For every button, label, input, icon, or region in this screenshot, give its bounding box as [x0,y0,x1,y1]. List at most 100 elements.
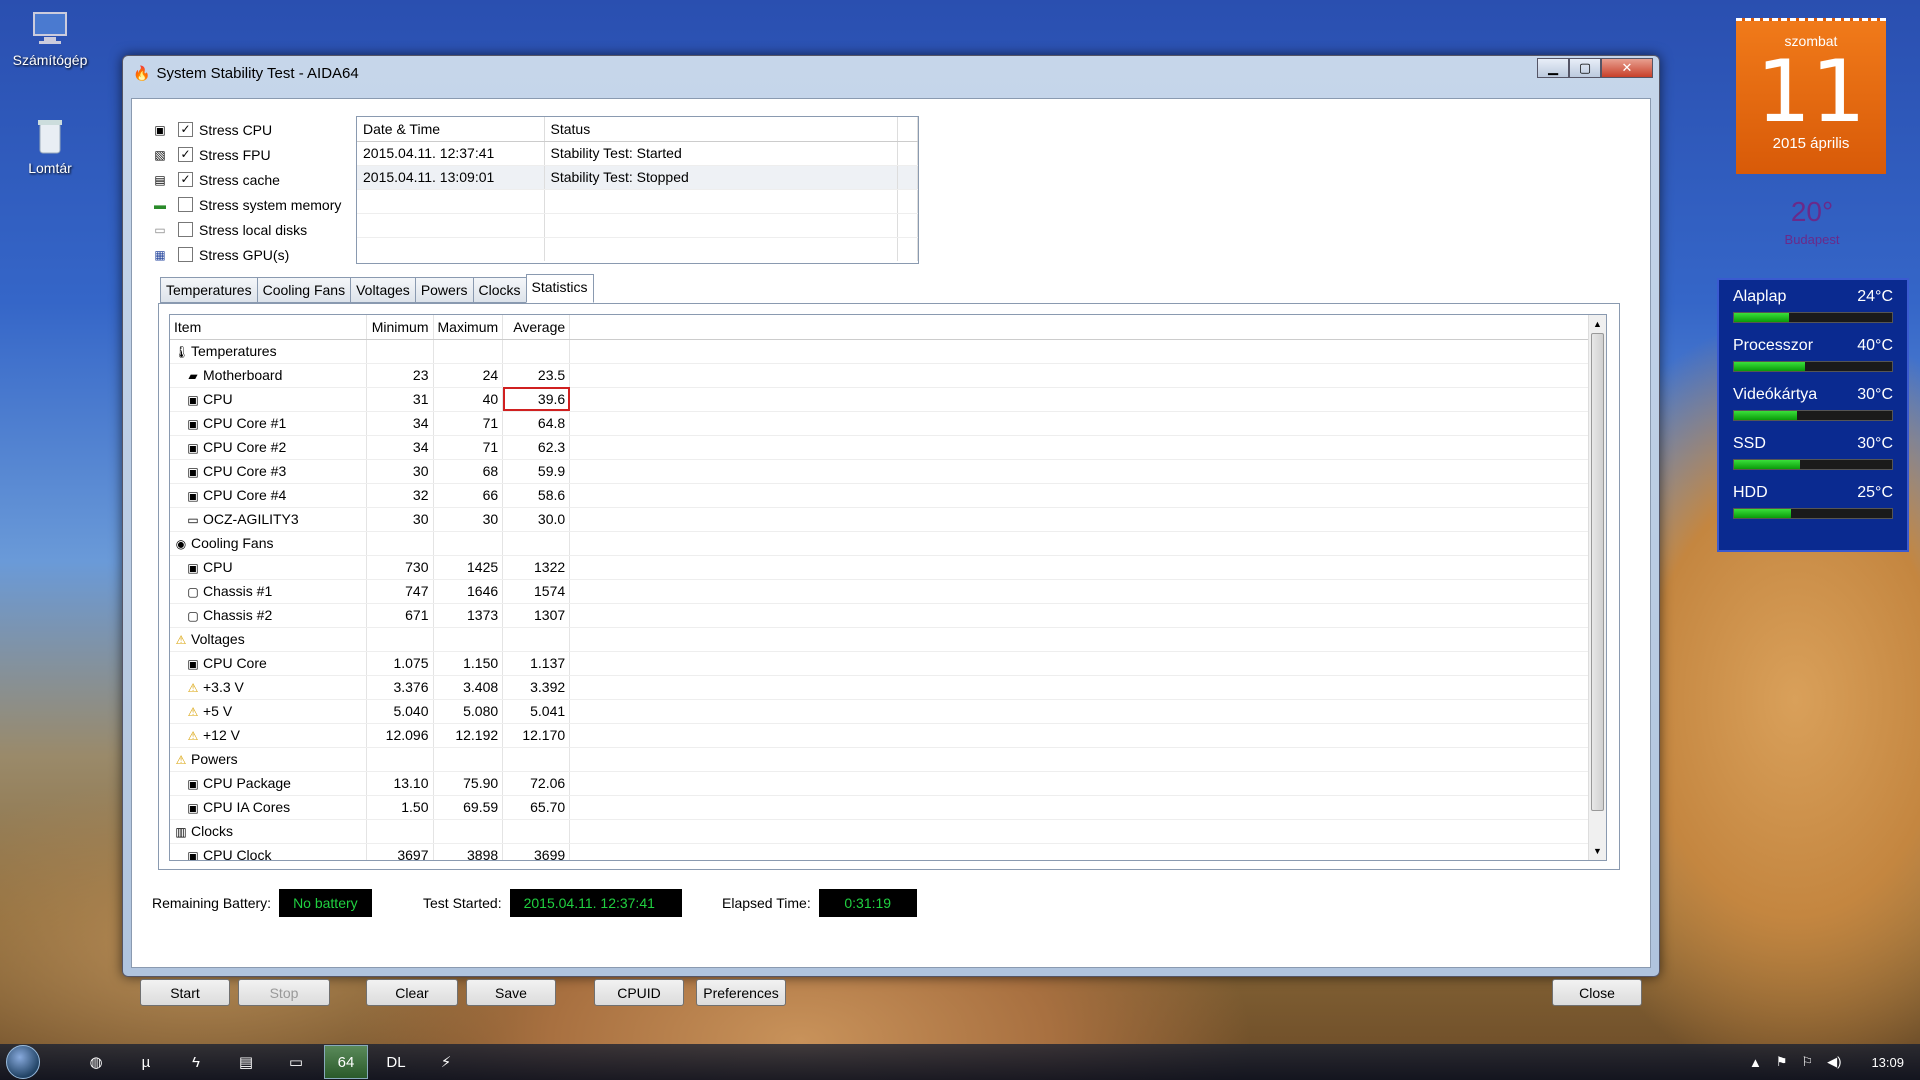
stress-checkbox[interactable]: ✓ [178,122,193,137]
header-maximum[interactable]: Maximum [433,315,504,340]
statistics-row[interactable]: ▣ CPU Core #4 32 66 58.6 [170,483,1590,508]
statistics-group-row[interactable]: ⚠ Voltages [170,627,1590,652]
log-row[interactable]: 2015.04.11. 12:37:41 Stability Test: Star… [357,141,918,166]
tray-expand-icon[interactable]: ▲ [1749,1055,1762,1070]
stop-button[interactable]: Stop [238,979,330,1006]
desktop-icon-recycle-bin[interactable]: Lomtár [0,116,100,176]
desktop-icon-computer[interactable]: Számítógép [0,8,100,68]
statistics-group-row[interactable]: ⚠ Powers [170,747,1590,772]
stat-item-label: CPU Package [203,775,291,791]
stress-gpu-option[interactable]: ▦ Stress GPU(s) [152,242,341,267]
tab-statistics[interactable]: Statistics [525,274,594,303]
statistics-row[interactable]: ▣ CPU Core #2 34 71 62.3 [170,435,1590,460]
sensor-icon: ▣ [187,417,199,431]
stress-fpu-option[interactable]: ▧ ✓ Stress FPU [152,142,341,167]
preferences-button[interactable]: Preferences [696,979,786,1006]
log-header-datetime[interactable]: Date & Time [357,117,545,142]
recycle-bin-icon [30,116,70,156]
scroll-down-arrow-icon[interactable]: ▼ [1589,842,1606,860]
chrome-icon[interactable]: ◍ [74,1045,118,1079]
statistics-row[interactable]: ▣ CPU 730 1425 1322 [170,555,1590,580]
log-header-status[interactable]: Status [544,117,898,142]
stress-checkbox[interactable]: ✓ [178,147,193,162]
start-button[interactable] [0,1044,46,1080]
statistics-row[interactable]: ▣ CPU Core #3 30 68 59.9 [170,459,1590,484]
minimize-button[interactable]: ▁ [1537,58,1569,78]
start-button[interactable]: Start [140,979,230,1006]
stress-cache-option[interactable]: ▤ ✓ Stress cache [152,167,341,192]
tool-icon[interactable]: ⚡ [424,1045,468,1079]
title-bar[interactable]: 🔥 System Stability Test - AIDA64 [123,56,1659,90]
volume-icon[interactable]: ◀) [1827,1054,1841,1070]
media-icon[interactable]: ▤ [224,1045,268,1079]
statistics-row[interactable]: ⚠ +12 V 12.096 12.192 12.170 [170,723,1590,748]
folder-icon[interactable]: ▭ [274,1045,318,1079]
tab-clocks[interactable]: Clocks [472,277,527,303]
clear-button[interactable]: Clear [366,979,458,1006]
event-log[interactable]: Date & Time Status 2015.04.11. 12:37:41 St… [356,116,919,264]
stat-item-label: CPU Core [203,655,267,671]
tab-voltages[interactable]: Voltages [350,277,416,303]
sensor-bar [1733,410,1893,421]
statistics-row[interactable]: ▢ Chassis #2 671 1373 1307 [170,603,1590,628]
calendar-gadget[interactable]: szombat 11 2015 április [1736,18,1886,174]
stress-memory-option[interactable]: ▬ Stress system memory [152,192,341,217]
header-item[interactable]: Item [170,315,367,340]
statistics-row[interactable]: ▣ CPU Package 13.10 75.90 72.06 [170,771,1590,796]
stat-item-label: CPU Core #2 [203,439,287,455]
sensor-icon: ⚠ [187,729,199,743]
scroll-up-arrow-icon[interactable]: ▲ [1589,315,1606,333]
sensor-bar [1733,361,1893,372]
stat-avg-cell: 59.9 [502,459,571,484]
stat-min-cell: 12.096 [366,723,434,748]
network-icon[interactable]: ⚑ [1776,1054,1788,1070]
stat-avg-cell: 30.0 [502,507,571,532]
statistics-row[interactable]: ▣ CPU IA Cores 1.50 69.59 65.70 [170,795,1590,820]
scrollbar-thumb[interactable] [1591,333,1604,811]
tab-temperatures[interactable]: Temperatures [160,277,258,303]
log-row[interactable]: 2015.04.11. 13:09:01 Stability Test: Stop… [357,165,918,190]
stress-checkbox[interactable] [178,197,193,212]
statistics-group-row[interactable]: ▥ Clocks [170,819,1590,844]
thunderbolt-icon[interactable]: ϟ [174,1045,218,1079]
flag-icon[interactable]: ⚐ [1801,1054,1813,1070]
header-minimum[interactable]: Minimum [366,315,434,340]
statistics-row[interactable]: ▣ CPU Clock 3697 3898 3699 [170,843,1590,860]
aida64-icon[interactable]: 64 [324,1045,368,1079]
stat-item-cell: ▭ OCZ-AGILITY3 [170,507,367,532]
sensor-icon: ▣ [187,657,199,671]
weather-gadget[interactable]: 20° Budapest [1760,196,1864,247]
statistics-row[interactable]: ▰ Motherboard 23 24 23.5 [170,363,1590,388]
stress-checkbox[interactable] [178,222,193,237]
close-button[interactable]: Close [1552,979,1642,1006]
statistics-group-row[interactable]: 🌡 Temperatures [170,339,1590,364]
stress-disks-option[interactable]: ▭ Stress local disks [152,217,341,242]
statistics-row[interactable]: ⚠ +3.3 V 3.376 3.408 3.392 [170,675,1590,700]
stress-checkbox[interactable] [178,247,193,262]
statistics-group-row[interactable]: ◉ Cooling Fans [170,531,1590,556]
daemon-tools-icon[interactable]: DL [374,1045,418,1079]
stat-item-cell: ⚠ Powers [170,747,367,772]
log-cell: Stability Test: Stopped [544,165,898,190]
statistics-grid[interactable]: Item Minimum Maximum Average 🌡 Temperatur… [169,314,1607,861]
statistics-row[interactable]: ⚠ +5 V 5.040 5.080 5.041 [170,699,1590,724]
tab-powers[interactable]: Powers [414,277,474,303]
statistics-row[interactable]: ▣ CPU Core 1.075 1.150 1.137 [170,651,1590,676]
tab-cooling-fans[interactable]: Cooling Fans [256,277,352,303]
window-close-button[interactable]: ✕ [1601,58,1653,78]
taskbar-clock[interactable]: 13:09 [1871,1055,1904,1070]
statistics-row[interactable]: ▢ Chassis #1 747 1646 1574 [170,579,1590,604]
stress-checkbox[interactable]: ✓ [178,172,193,187]
cpuid-button[interactable]: CPUID [594,979,684,1006]
vertical-scrollbar[interactable]: ▲ ▼ [1588,315,1606,860]
stress-cpu-option[interactable]: ▣ ✓ Stress CPU [152,117,341,142]
save-button[interactable]: Save [466,979,556,1006]
maximize-button[interactable]: ▢ [1569,58,1601,78]
header-average[interactable]: Average [502,315,571,340]
sensor-name: HDD [1733,484,1768,501]
stat-max-cell [433,627,504,652]
utorrent-icon[interactable]: µ [124,1045,168,1079]
statistics-row[interactable]: ▣ CPU 31 40 39.6 [170,387,1590,412]
statistics-row[interactable]: ▭ OCZ-AGILITY3 30 30 30.0 [170,507,1590,532]
statistics-row[interactable]: ▣ CPU Core #1 34 71 64.8 [170,411,1590,436]
